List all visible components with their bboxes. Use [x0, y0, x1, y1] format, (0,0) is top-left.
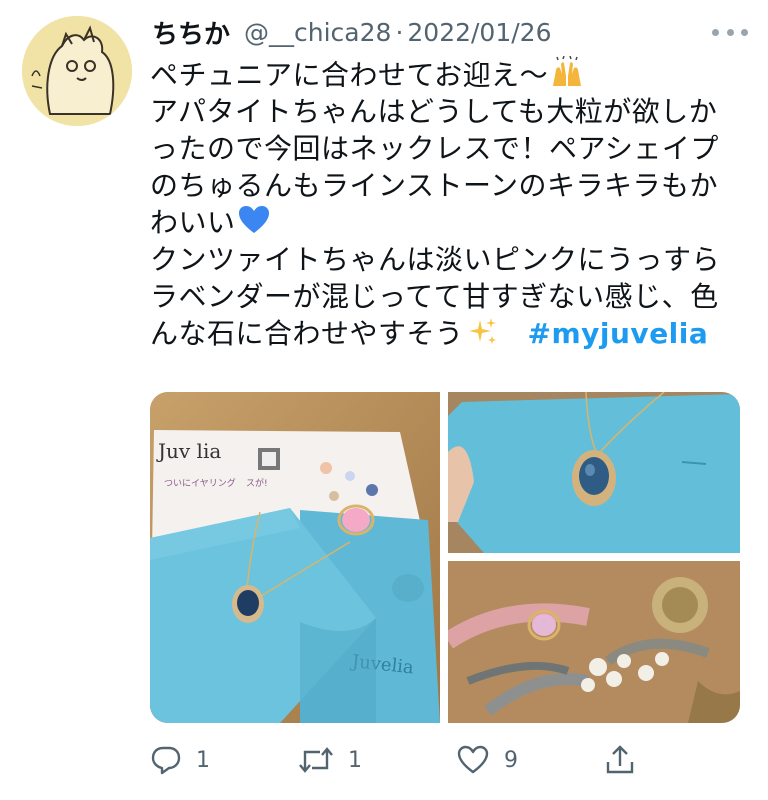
separator-dot: ·	[395, 17, 404, 47]
more-options-button[interactable]	[712, 22, 748, 42]
tweet-date[interactable]: 2022/01/26	[407, 18, 551, 47]
tweet-actions: 1 1 9	[150, 738, 750, 782]
raising-hands-emoji-icon	[550, 55, 584, 97]
photo-necklace-pouch-image: Juv lia ついにイヤリング スが! Juvelia	[150, 392, 440, 723]
more-dot-icon	[726, 28, 734, 36]
hashtag-link[interactable]: #myjuvelia	[528, 317, 709, 350]
like-count: 9	[504, 747, 518, 773]
reply-icon	[151, 746, 181, 775]
retweet-icon	[299, 747, 333, 773]
tweet-text: ペチュニアに合わせてお迎え〜 アパタイトちゃんはどうしても大粒が欲しか ったので…	[150, 55, 750, 352]
sparkles-emoji-icon	[466, 316, 498, 355]
card-title-text: Juv lia	[156, 439, 221, 463]
reply-button[interactable]: 1	[150, 738, 210, 782]
photo-ring-flowers-image	[448, 561, 740, 723]
tweet-line: ペチュニアに合わせてお迎え〜	[150, 55, 750, 93]
retweet-count: 1	[348, 747, 362, 773]
like-icon	[457, 745, 489, 774]
card-small-text: スが!	[246, 477, 268, 489]
retweet-button[interactable]: 1	[298, 738, 362, 782]
photo-pendant-closeup-image	[448, 392, 740, 553]
tweet-photo-1[interactable]: Juv lia ついにイヤリング スが! Juvelia	[150, 392, 440, 723]
display-name[interactable]: ちちか	[152, 14, 230, 51]
tweet-line-text: んな石に合わせやすそう	[150, 317, 464, 350]
avatar-drawing-icon	[22, 16, 132, 126]
like-button[interactable]: 9	[456, 738, 518, 782]
card-small-text: ついにイヤリング	[164, 477, 236, 489]
blue-heart-emoji-icon	[238, 205, 270, 244]
tweet-line: わいい	[150, 204, 750, 241]
tweet-line: ったので今回はネックレスで！ペアシェイプ	[150, 132, 719, 165]
tweet-line-text: ペチュニアに合わせてお迎え〜	[150, 58, 549, 92]
tweet-photo-3[interactable]	[448, 561, 740, 723]
tweet-line: ラベンダーが混じってて甘すぎない感じ、色	[150, 280, 719, 313]
tweet-line: アパタイトちゃんはどうしても大粒が欲しか	[150, 95, 718, 128]
more-dot-icon	[712, 28, 719, 36]
share-button[interactable]	[604, 738, 636, 782]
user-handle[interactable]: @__chica28	[244, 18, 391, 47]
media-grid: Juv lia ついにイヤリング スが! Juvelia	[150, 392, 740, 723]
tweet-line: んな石に合わせやすそう #myjuvelia	[150, 315, 750, 352]
tweet-line: クンツァイトちゃんは淡いピンクにうっすら	[150, 243, 721, 276]
tweet-header: ちちか @__chica28 · 2022/01/26	[152, 12, 748, 52]
avatar[interactable]	[22, 16, 132, 126]
tweet-photo-2[interactable]	[448, 392, 740, 553]
tweet-line-text: わいい	[150, 206, 236, 239]
tweet-line: のちゅるんもラインストーンのキラキラもか	[150, 169, 719, 202]
share-icon	[606, 745, 634, 774]
reply-count: 1	[196, 747, 210, 773]
more-dot-icon	[741, 28, 748, 36]
